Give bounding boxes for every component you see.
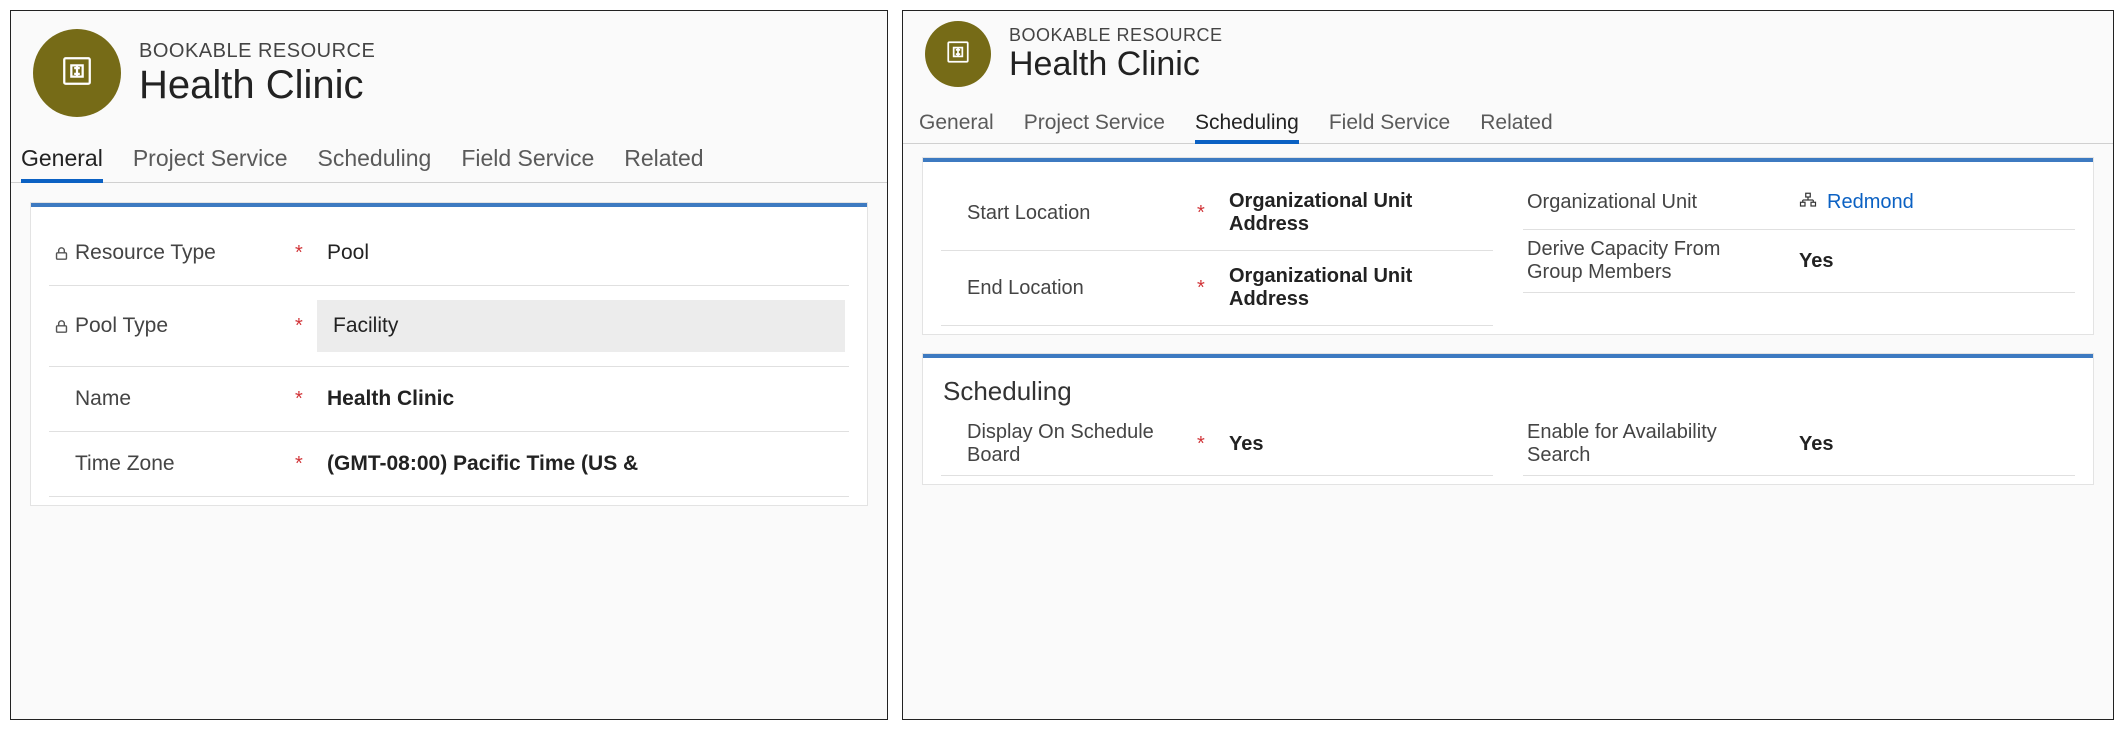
record-panel-scheduling: BOOKABLE RESOURCE Health Clinic General …: [902, 10, 2114, 720]
field-label: Display On Schedule Board: [967, 421, 1197, 467]
field-label: Time Zone: [75, 452, 295, 476]
field-label: Start Location: [967, 202, 1197, 225]
field-end-location: End Location * Organizational Unit Addre…: [941, 251, 1493, 326]
field-name: Name * Health Clinic: [49, 367, 849, 432]
field-enable-availability: Enable for Availability Search Yes: [1523, 413, 2075, 476]
org-unit-icon: [1799, 191, 1817, 215]
field-label: Name: [75, 387, 295, 411]
entity-icon: [60, 54, 94, 93]
lock-icon: [53, 318, 75, 335]
location-card: Start Location * Organizational Unit Add…: [923, 158, 2093, 334]
tab-general[interactable]: General: [919, 103, 1020, 143]
entity-icon: [945, 39, 971, 70]
enable-availability-value[interactable]: Yes: [1789, 427, 2071, 462]
derive-capacity-value[interactable]: Yes: [1789, 244, 2071, 279]
tab-related[interactable]: Related: [624, 135, 729, 182]
record-header: BOOKABLE RESOURCE Health Clinic: [903, 11, 2113, 91]
field-label: Resource Type: [75, 241, 295, 265]
scheduling-card: Scheduling Display On Schedule Board * Y…: [923, 354, 2093, 484]
field-label: Enable for Availability Search: [1527, 421, 1767, 467]
field-label: End Location: [967, 277, 1197, 300]
org-unit-link-text: Redmond: [1827, 191, 1914, 214]
tab-project-service[interactable]: Project Service: [1024, 103, 1191, 143]
display-on-board-value[interactable]: Yes: [1219, 427, 1489, 462]
field-resource-type: Resource Type * Pool: [49, 221, 849, 286]
resource-type-value[interactable]: Pool: [317, 235, 845, 271]
lock-icon: [53, 245, 75, 262]
record-title: Health Clinic: [139, 63, 375, 107]
field-label: Organizational Unit: [1527, 191, 1767, 214]
required-marker: *: [295, 242, 317, 265]
field-display-on-board: Display On Schedule Board * Yes: [941, 413, 1493, 476]
tab-scheduling[interactable]: Scheduling: [1195, 103, 1325, 143]
tab-project-service[interactable]: Project Service: [133, 135, 314, 182]
field-start-location: Start Location * Organizational Unit Add…: [941, 176, 1493, 251]
tab-scheduling[interactable]: Scheduling: [318, 135, 458, 182]
pool-type-value[interactable]: Facility: [317, 300, 845, 352]
entity-type-label: BOOKABLE RESOURCE: [1009, 25, 1223, 46]
field-pool-type: Pool Type * Facility: [49, 286, 849, 367]
required-marker: *: [295, 315, 317, 338]
required-marker: *: [1197, 202, 1219, 225]
general-card: Resource Type * Pool Pool Type * Facilit…: [31, 203, 867, 505]
start-location-value[interactable]: Organizational Unit Address: [1219, 184, 1489, 242]
field-derive-capacity: Derive Capacity From Group Members Yes: [1523, 230, 2075, 293]
form-tabs: General Project Service Scheduling Field…: [903, 91, 2113, 144]
required-marker: *: [1197, 433, 1219, 456]
field-label: Pool Type: [75, 314, 295, 338]
required-marker: *: [1197, 277, 1219, 300]
required-marker: *: [295, 453, 317, 476]
time-zone-value[interactable]: (GMT-08:00) Pacific Time (US &: [317, 446, 845, 482]
field-org-unit: Organizational Unit Redmond: [1523, 176, 2075, 230]
form-tabs: General Project Service Scheduling Field…: [11, 123, 887, 183]
required-marker: *: [295, 388, 317, 411]
record-header: BOOKABLE RESOURCE Health Clinic: [11, 11, 887, 123]
tab-field-service[interactable]: Field Service: [461, 135, 620, 182]
record-avatar: [925, 21, 991, 87]
record-avatar: [33, 29, 121, 117]
tab-general[interactable]: General: [21, 135, 129, 182]
field-label: Derive Capacity From Group Members: [1527, 238, 1767, 284]
entity-type-label: BOOKABLE RESOURCE: [139, 40, 375, 63]
name-value[interactable]: Health Clinic: [317, 381, 845, 417]
org-unit-value[interactable]: Redmond: [1789, 185, 2071, 221]
record-title: Health Clinic: [1009, 46, 1223, 83]
tab-field-service[interactable]: Field Service: [1329, 103, 1476, 143]
end-location-value[interactable]: Organizational Unit Address: [1219, 259, 1489, 317]
field-time-zone: Time Zone * (GMT-08:00) Pacific Time (US…: [49, 432, 849, 497]
card-title: Scheduling: [943, 376, 2075, 407]
record-panel-general: BOOKABLE RESOURCE Health Clinic General …: [10, 10, 888, 720]
tab-related[interactable]: Related: [1480, 103, 1578, 143]
